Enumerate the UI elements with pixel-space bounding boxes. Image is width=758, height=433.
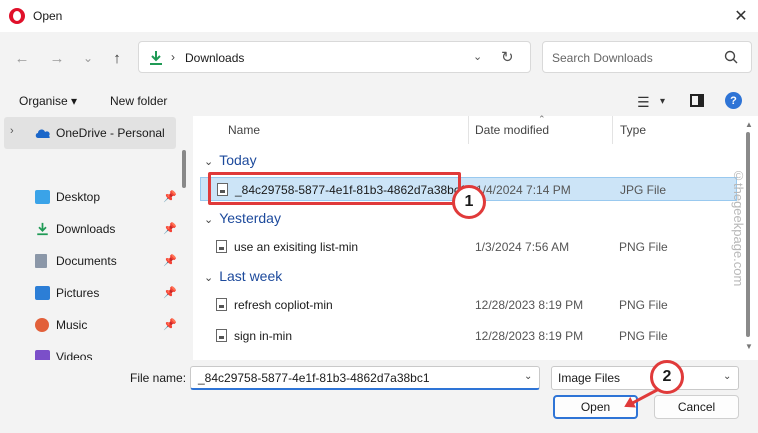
view-list-icon[interactable]: ☰	[637, 94, 650, 111]
column-header-type[interactable]: Type	[620, 123, 646, 137]
music-icon	[35, 318, 49, 332]
column-header-date-modified[interactable]: Date modified	[475, 123, 549, 137]
opera-app-icon	[9, 8, 25, 24]
pin-icon[interactable]: 📌	[163, 222, 177, 235]
table-row[interactable]: use an exisiting list-min 1/3/2024 7:56 …	[200, 235, 737, 259]
file-name: refresh copliot-min	[234, 298, 333, 312]
file-name-value: _84c29758-5877-4e1f-81b3-4862d7a38bc1	[198, 371, 430, 385]
help-icon[interactable]: ?	[725, 92, 742, 109]
scroll-up-icon[interactable]: ▲	[745, 120, 753, 129]
search-placeholder: Search Downloads	[552, 51, 653, 65]
table-row[interactable]: sign in-min 12/28/2023 8:19 PM PNG File	[200, 324, 737, 343]
breadcrumb-chevron-icon: ›	[171, 50, 175, 64]
cancel-button[interactable]: Cancel	[654, 395, 739, 419]
expand-chevron-icon[interactable]: ›	[10, 125, 14, 137]
file-name-label: File name:	[130, 371, 187, 385]
documents-icon	[35, 254, 47, 268]
file-type: PNG File	[619, 240, 668, 254]
file-type: PNG File	[619, 329, 668, 343]
pin-icon[interactable]: 📌	[163, 318, 177, 331]
sidebar-scrollbar[interactable]	[182, 150, 186, 188]
group-label: Last week	[219, 268, 283, 284]
download-icon	[37, 222, 48, 236]
file-date: 1/4/2024 7:14 PM	[476, 183, 571, 197]
back-arrow-icon[interactable]: ←	[11, 48, 33, 68]
sidebar-item-label: Desktop	[56, 190, 101, 204]
organise-menu-button[interactable]: Organise ▾	[19, 94, 77, 108]
sidebar-item-label: Music	[56, 318, 88, 332]
file-name: sign in-min	[234, 329, 293, 343]
title-bar: Open ✕	[0, 0, 758, 32]
breadcrumb-downloads[interactable]: Downloads	[185, 51, 244, 65]
image-file-icon	[216, 240, 227, 253]
sidebar-item-downloads[interactable]: Downloads 📌	[0, 218, 186, 242]
new-folder-button[interactable]: New folder	[110, 94, 167, 108]
file-type-dropdown-icon[interactable]: ⌄	[723, 371, 731, 382]
image-file-icon	[216, 329, 227, 342]
step-badge-1: 1	[452, 185, 486, 219]
group-label: Yesterday	[219, 210, 281, 226]
watermark: ©thegeekpage.com	[731, 168, 746, 287]
column-header-name[interactable]: Name	[228, 123, 260, 137]
pin-icon[interactable]: 📌	[163, 190, 177, 203]
sidebar-item-label: Documents	[56, 254, 117, 268]
group-label: Today	[219, 152, 257, 168]
search-input[interactable]: Search Downloads	[542, 41, 752, 73]
collapse-chevron-icon: ⌄	[204, 214, 214, 226]
step-badge-2: 2	[650, 360, 684, 394]
view-dropdown-icon[interactable]: ▾	[660, 96, 665, 107]
highlight-box	[208, 172, 461, 205]
refresh-icon[interactable]: ↻	[501, 48, 514, 66]
sidebar-item-label: Videos	[56, 350, 93, 360]
scrollbar-thumb[interactable]	[746, 132, 750, 337]
pictures-icon	[35, 286, 50, 300]
sidebar-item-music[interactable]: Music 📌	[0, 314, 186, 338]
window-title: Open	[33, 9, 63, 23]
onedrive-cloud-icon	[35, 129, 50, 138]
search-icon[interactable]	[724, 50, 738, 64]
sidebar-item-documents[interactable]: Documents 📌	[0, 250, 186, 274]
collapse-chevron-icon: ⌄	[204, 156, 214, 168]
sidebar-item-label: Pictures	[56, 286, 100, 300]
pin-icon[interactable]: 📌	[163, 286, 177, 299]
image-file-icon	[216, 298, 227, 311]
file-type: JPG File	[620, 183, 667, 197]
recent-locations-chevron-icon[interactable]: ⌄	[77, 48, 99, 68]
sidebar-item-videos[interactable]: Videos	[0, 346, 186, 360]
file-name-dropdown-icon[interactable]: ⌄	[524, 371, 532, 382]
file-name-input[interactable]: _84c29758-5877-4e1f-81b3-4862d7a38bc1 ⌄	[190, 366, 540, 390]
file-type-select[interactable]: Image Files ⌄	[551, 366, 739, 390]
sidebar-item-onedrive-label: OneDrive - Personal	[56, 126, 165, 140]
scroll-down-icon[interactable]: ▼	[745, 342, 753, 351]
group-header-yesterday[interactable]: ⌄ Yesterday	[204, 210, 281, 226]
file-type: PNG File	[619, 298, 668, 312]
file-name: use an exisiting list-min	[234, 240, 359, 254]
group-header-today[interactable]: ⌄ Today	[204, 152, 257, 168]
file-type-value: Image Files	[558, 371, 621, 385]
sidebar-item-pictures[interactable]: Pictures 📌	[0, 282, 186, 306]
file-date: 12/28/2023 8:19 PM	[475, 329, 584, 343]
videos-icon	[35, 350, 50, 360]
address-bar[interactable]: › Downloads ⌄ ↻	[138, 41, 531, 73]
column-divider[interactable]	[468, 116, 469, 144]
collapse-chevron-icon: ⌄	[204, 272, 214, 284]
table-row[interactable]: refresh copliot-min 12/28/2023 8:19 PM P…	[200, 293, 737, 317]
forward-arrow-icon[interactable]: →	[46, 48, 68, 68]
column-divider[interactable]	[612, 116, 613, 144]
file-date: 1/3/2024 7:56 AM	[475, 240, 570, 254]
pin-icon[interactable]: 📌	[163, 254, 177, 267]
file-date: 12/28/2023 8:19 PM	[475, 298, 584, 312]
up-arrow-icon[interactable]: ↑	[106, 48, 128, 68]
address-dropdown-icon[interactable]: ⌄	[473, 50, 482, 63]
desktop-icon	[35, 190, 50, 204]
download-folder-icon	[150, 51, 162, 65]
preview-pane-icon[interactable]	[690, 94, 704, 107]
close-icon[interactable]: ✕	[726, 3, 756, 29]
sidebar-item-label: Downloads	[56, 222, 116, 236]
sidebar-item-desktop[interactable]: Desktop 📌	[0, 186, 186, 210]
group-header-last-week[interactable]: ⌄ Last week	[204, 268, 282, 284]
